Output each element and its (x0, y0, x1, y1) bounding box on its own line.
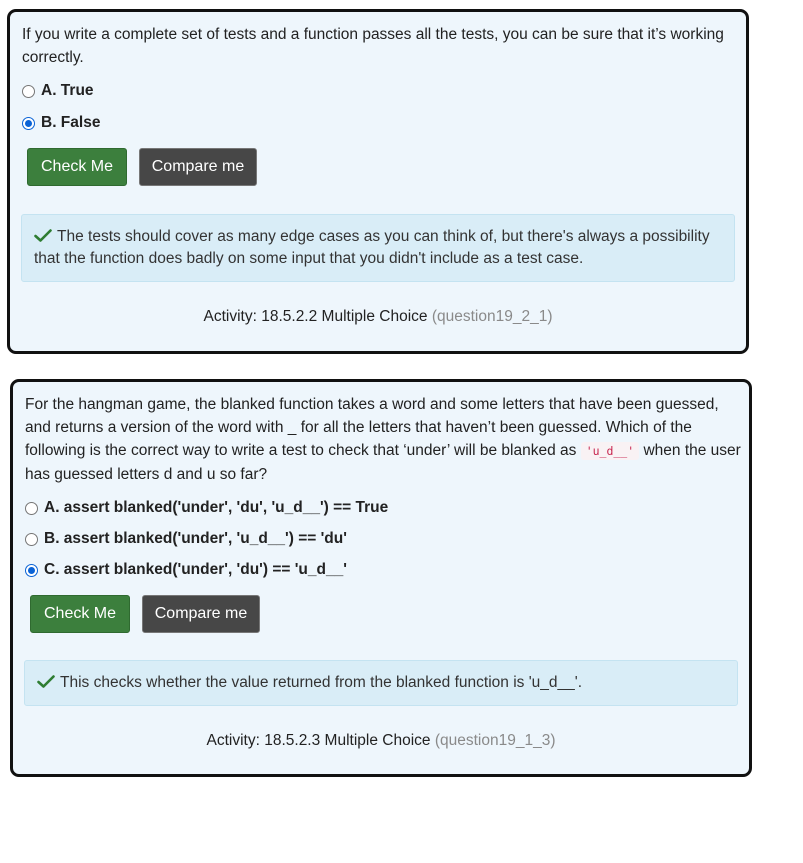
radio-button[interactable] (22, 84, 35, 98)
question-card-1: If you write a complete set of tests and… (7, 9, 749, 354)
option-label: C. assert blanked('under', 'du') == 'u_d… (44, 561, 347, 578)
option-a[interactable]: A. assert blanked('under', 'du', 'u_d__'… (25, 499, 388, 517)
feedback-box: The tests should cover as many edge case… (21, 214, 735, 282)
activity-title: Activity: 18.5.2.3 Multiple Choice (206, 732, 431, 749)
question-text: If you write a complete set of tests and… (22, 26, 724, 66)
compare-me-button[interactable]: Compare me (142, 595, 260, 633)
option-b[interactable]: B. assert blanked('under', 'u_d__') == '… (25, 530, 347, 548)
option-label: A. True (41, 82, 94, 99)
activity-id: (question19_1_3) (434, 732, 556, 749)
question-text: For the hangman game, the blanked functi… (25, 393, 741, 486)
activity-title: Activity: 18.5.2.2 Multiple Choice (203, 308, 428, 325)
option-b[interactable]: B. False (22, 114, 100, 132)
feedback-box: This checks whether the value returned f… (24, 660, 738, 706)
radio-button-selected[interactable] (22, 116, 35, 130)
radio-button[interactable] (25, 501, 38, 515)
radio-button-selected[interactable] (25, 563, 38, 577)
activity-id: (question19_2_1) (431, 308, 553, 325)
check-me-button[interactable]: Check Me (30, 595, 130, 633)
question-card-2: For the hangman game, the blanked functi… (10, 379, 752, 777)
option-a[interactable]: A. True (22, 82, 94, 100)
activity-label: Activity: 18.5.2.2 Multiple Choice (ques… (10, 308, 746, 326)
radio-button[interactable] (25, 532, 38, 546)
feedback-text: This checks whether the value returned f… (60, 674, 583, 691)
feedback-text: The tests should cover as many edge case… (34, 228, 710, 267)
inline-code: 'u_d__' (580, 442, 640, 460)
option-label: B. False (41, 114, 101, 131)
option-label: A. assert blanked('under', 'du', 'u_d__'… (44, 499, 389, 516)
option-label: B. assert blanked('under', 'u_d__') == '… (44, 530, 347, 547)
checkmark-icon (37, 675, 55, 688)
checkmark-icon (34, 229, 52, 242)
check-me-button[interactable]: Check Me (27, 148, 127, 186)
option-c[interactable]: C. assert blanked('under', 'du') == 'u_d… (25, 561, 347, 579)
compare-me-button[interactable]: Compare me (139, 148, 257, 186)
activity-label: Activity: 18.5.2.3 Multiple Choice (ques… (13, 732, 749, 750)
